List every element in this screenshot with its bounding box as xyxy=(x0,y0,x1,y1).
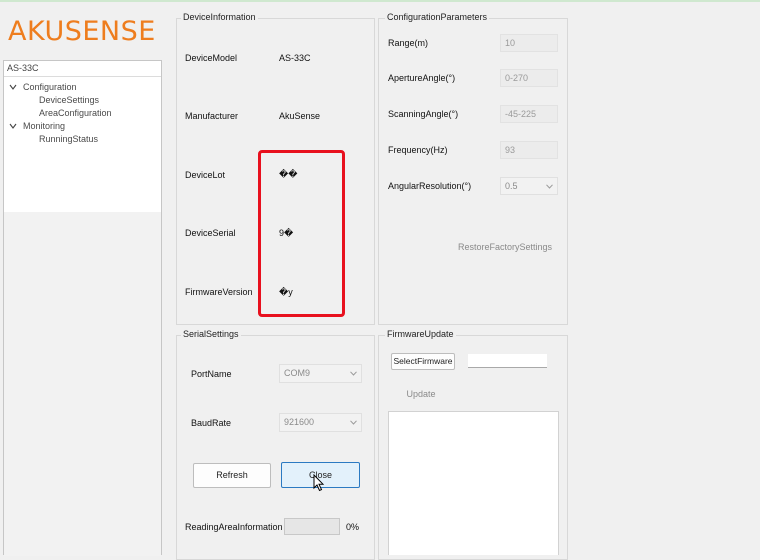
tree-item-area-configuration[interactable]: AreaConfiguration xyxy=(39,107,112,119)
highlight-annotation-box xyxy=(258,150,345,317)
angular-resolution-select[interactable]: 0.5 xyxy=(500,177,558,195)
manufacturer-label: Manufacturer xyxy=(185,111,239,121)
port-name-select[interactable]: COM9 xyxy=(279,364,362,383)
tree-root-item[interactable]: AS-33C xyxy=(4,61,161,77)
chevron-down-icon xyxy=(350,371,357,376)
brand-logo: AKUSENSE xyxy=(8,16,156,47)
scanning-angle-label: ScanningAngle(°) xyxy=(388,109,459,119)
port-name-label: PortName xyxy=(191,369,232,379)
aperture-angle-label: ApertureAngle(°) xyxy=(388,73,456,83)
device-model-label: DeviceModel xyxy=(185,53,238,63)
device-information-title: DeviceInformation xyxy=(181,12,258,23)
tree-empty-area xyxy=(4,212,161,556)
range-field[interactable]: 10 xyxy=(500,34,558,52)
device-lot-label: DeviceLot xyxy=(185,170,226,180)
chevron-down-icon xyxy=(546,184,553,189)
frequency-field[interactable]: 93 xyxy=(500,141,558,159)
firmware-update-title: FirmwareUpdate xyxy=(385,329,456,340)
tree-item-device-settings[interactable]: DeviceSettings xyxy=(39,94,99,106)
range-label: Range(m) xyxy=(388,38,429,48)
chevron-down-icon[interactable] xyxy=(9,120,17,132)
scanning-angle-field[interactable]: -45-225 xyxy=(500,105,558,123)
reading-progress-text: 0% xyxy=(346,522,360,532)
firmware-version-label: FirmwareVersion xyxy=(185,287,253,297)
mouse-cursor-icon xyxy=(313,474,325,492)
select-firmware-button[interactable]: SelectFirmware xyxy=(391,353,455,370)
update-button[interactable]: Update xyxy=(396,385,446,403)
restore-factory-settings-button[interactable]: RestoreFactorySettings xyxy=(456,238,554,256)
device-model-value: AS-33C xyxy=(279,53,311,63)
serial-settings-title: SerialSettings xyxy=(181,329,241,340)
firmware-update-log[interactable] xyxy=(388,411,559,555)
navigation-tree[interactable]: AS-33C Configuration DeviceSettings Area… xyxy=(3,60,162,556)
configuration-parameters-title: ConfigurationParameters xyxy=(385,12,490,23)
baud-rate-label: BaudRate xyxy=(191,418,232,428)
chevron-down-icon[interactable] xyxy=(9,81,17,93)
angular-resolution-value: 0.5 xyxy=(505,181,518,191)
manufacturer-value: AkuSense xyxy=(279,111,321,121)
angular-resolution-label: AngularResolution(°) xyxy=(388,181,472,191)
reading-progress-bar xyxy=(284,518,340,535)
baud-rate-value: 921600 xyxy=(284,417,315,427)
tree-item-configuration[interactable]: Configuration xyxy=(23,81,77,93)
chevron-down-icon xyxy=(350,420,357,425)
aperture-angle-field[interactable]: 0-270 xyxy=(500,69,558,87)
baud-rate-select[interactable]: 921600 xyxy=(279,413,362,432)
tree-item-running-status[interactable]: RunningStatus xyxy=(39,133,98,145)
firmware-file-path-input[interactable] xyxy=(468,354,547,368)
configuration-parameters-group xyxy=(378,18,568,325)
frequency-label: Frequency(Hz) xyxy=(388,145,448,155)
refresh-button[interactable]: Refresh xyxy=(193,463,271,488)
device-serial-label: DeviceSerial xyxy=(185,228,236,238)
tree-item-monitoring[interactable]: Monitoring xyxy=(23,120,65,132)
reading-area-information-label: ReadingAreaInformation xyxy=(185,522,283,532)
window-top-border xyxy=(0,0,760,2)
port-name-value: COM9 xyxy=(284,368,311,378)
